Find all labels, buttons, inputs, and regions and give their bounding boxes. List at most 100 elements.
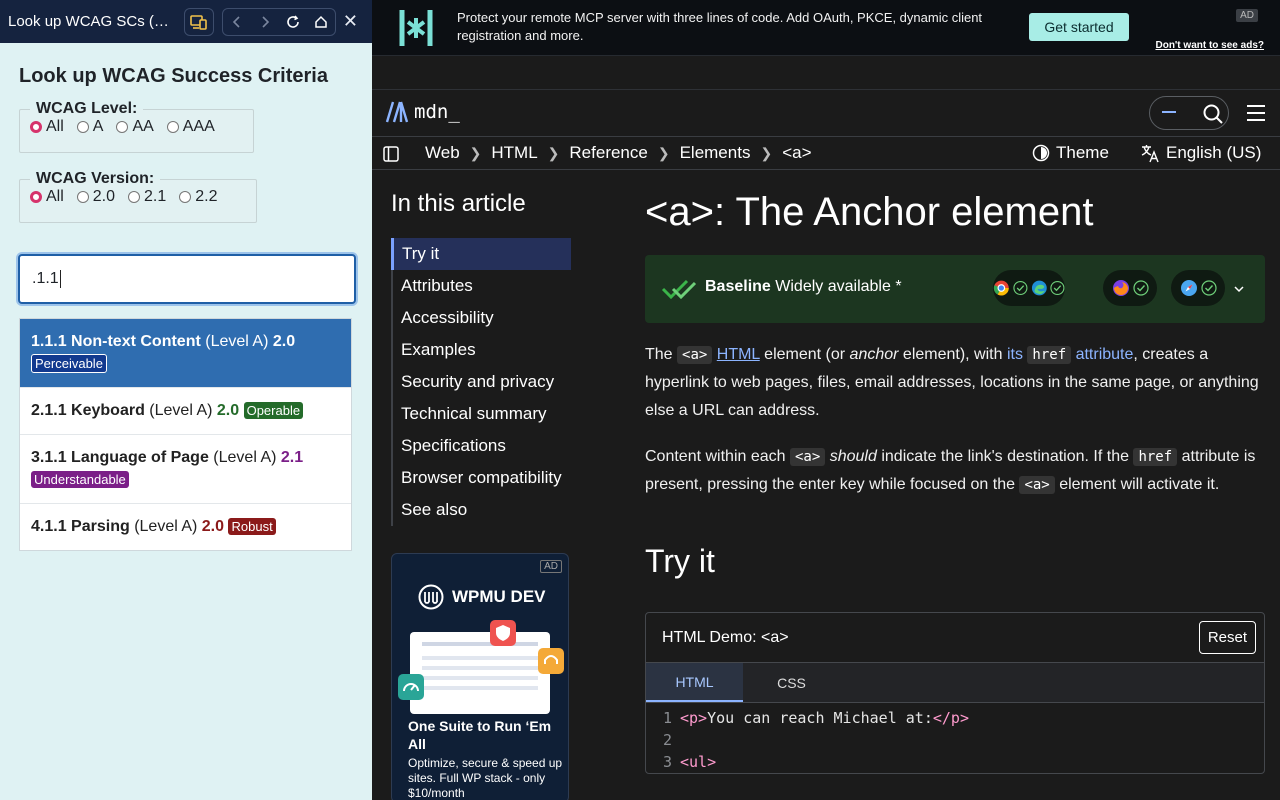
site-search-button[interactable] [1149, 96, 1229, 130]
sidebar-ad-card[interactable]: AD WPMU DEV One Suite to Run ‘Em All Opt… [391, 553, 569, 800]
level-option-aa[interactable]: AA [116, 118, 154, 136]
reset-button[interactable]: Reset [1198, 621, 1256, 654]
ad-headline: One Suite to Run ‘Em All [408, 718, 552, 752]
radio-aaa[interactable] [166, 121, 179, 133]
shield-icon [490, 620, 516, 646]
toc-item-try-it[interactable]: Try it [391, 238, 571, 270]
toc-item-examples[interactable]: Examples [393, 334, 571, 366]
radio-all-version[interactable] [30, 191, 42, 203]
ad-badge: AD [540, 560, 562, 573]
toc-item-accessibility[interactable]: Accessibility [393, 302, 571, 334]
chevron-right-icon: ❯ [547, 144, 560, 161]
spacer-strip [372, 56, 1280, 90]
menu-icon[interactable] [1246, 104, 1266, 122]
radio-2-1[interactable] [128, 191, 141, 203]
ad-get-started-button[interactable]: Get started [1029, 13, 1129, 41]
theme-switcher[interactable]: Theme [1032, 143, 1109, 163]
panel-window-title: Look up WCAG SCs (WCA… [8, 13, 178, 30]
close-panel-button[interactable]: ✕ [343, 11, 358, 32]
attribute-link[interactable]: attribute [1076, 346, 1134, 363]
toc-item-specifications[interactable]: Specifications [393, 430, 571, 462]
ad-text: Protect your remote MCP server with thre… [457, 10, 983, 43]
toc-item-security[interactable]: Security and privacy [393, 366, 571, 398]
toc-item-attributes[interactable]: Attributes [393, 270, 571, 302]
check-icon [1050, 280, 1065, 296]
chevron-down-icon[interactable] [1233, 285, 1245, 293]
intro-paragraph: The <a> HTML element (or anchor element)… [645, 346, 1259, 419]
sidebar-toggle-icon[interactable] [383, 146, 399, 162]
back-button[interactable] [223, 9, 251, 35]
panel-toolbar: Look up WCAG SCs (WCA… ✕ [0, 0, 372, 43]
chevron-right-icon: ❯ [760, 144, 773, 161]
ad-brand-logo-icon [399, 10, 433, 46]
radio-2-0[interactable] [76, 191, 89, 203]
version-option-2-1[interactable]: 2.1 [128, 188, 166, 206]
reload-button[interactable] [279, 9, 307, 35]
demo-tabs: HTML CSS [646, 663, 1264, 703]
edge-icon [1031, 280, 1047, 296]
level-option-aaa[interactable]: AAA [166, 118, 215, 136]
code-editor[interactable]: 1 <p>You can reach Michael at:</p> 2 3 <ul… [646, 703, 1264, 773]
result-item-1-1-1[interactable]: 1.1.1 Non-text Content (Level A) 2.0 Per… [20, 319, 351, 388]
ad-subtext: Optimize, secure & speed up sites. Full … [408, 756, 563, 800]
toc-item-technical-summary[interactable]: Technical summary [393, 398, 571, 430]
version-option-2-0[interactable]: 2.0 [76, 188, 115, 206]
radio-all-level[interactable] [30, 121, 42, 133]
translate-icon [1141, 145, 1159, 163]
level-option-a[interactable]: A [76, 118, 103, 136]
baseline-banner[interactable]: Baseline Widely available * [645, 255, 1265, 323]
headset-icon [538, 648, 564, 674]
screenshot-line [422, 676, 538, 680]
forward-button[interactable] [251, 9, 279, 35]
browser-support-firefox [1103, 270, 1157, 306]
screenshot-line [422, 656, 538, 660]
breadcrumb-current[interactable]: <a> [782, 143, 811, 163]
toc-list: Try it Attributes Accessibility Examples… [391, 238, 571, 526]
ad-brand: WPMU DEV [418, 584, 546, 610]
top-ad-banner: Protect your remote MCP server with thre… [372, 0, 1280, 56]
radio-aa[interactable] [116, 121, 129, 133]
level-option-all[interactable]: All [30, 118, 64, 136]
home-icon [315, 15, 327, 28]
toc-item-browser-compat[interactable]: Browser compatibility [393, 462, 571, 494]
toc-item-see-also[interactable]: See also [393, 494, 571, 526]
browser-support-chromium [993, 270, 1065, 306]
breadcrumb-html[interactable]: HTML [491, 143, 537, 163]
speed-icon [398, 674, 424, 700]
mdn-m-icon [385, 101, 409, 123]
home-button[interactable] [307, 9, 335, 35]
results-list: 1.1.1 Non-text Content (Level A) 2.0 Per… [19, 318, 352, 551]
html-link[interactable]: HTML [717, 346, 760, 363]
version-option-2-2[interactable]: 2.2 [179, 188, 218, 206]
criteria-search-input[interactable]: .1.1 [18, 254, 356, 304]
hide-ads-link[interactable]: Don't want to see ads? [1155, 40, 1264, 51]
mdn-logo[interactable]: mdn_ [384, 100, 460, 124]
second-paragraph: Content within each <a> should indicate … [645, 448, 1256, 494]
result-item-3-1-1[interactable]: 3.1.1 Language of Page (Level A) 2.1 Und… [20, 435, 351, 504]
mdn-page: Protect your remote MCP server with thre… [372, 0, 1280, 800]
browser-support-safari [1171, 270, 1225, 306]
table-of-contents: In this article Try it Attributes Access… [391, 190, 571, 526]
tab-html[interactable]: HTML [646, 663, 743, 702]
radio-a[interactable] [76, 121, 89, 133]
mdn-header: mdn_ [372, 90, 1280, 137]
tab-css[interactable]: CSS [743, 663, 840, 702]
version-legend: WCAG Version: [36, 170, 155, 187]
device-toggle-button[interactable] [184, 7, 214, 36]
breadcrumb-reference[interactable]: Reference [569, 143, 647, 163]
version-option-all[interactable]: All [30, 188, 64, 206]
code-href: href [1027, 346, 1072, 364]
language-switcher[interactable]: English (US) [1140, 143, 1261, 163]
principle-badge: Understandable [31, 471, 129, 489]
panel-heading: Look up WCAG Success Criteria [19, 65, 328, 87]
demo-header: HTML Demo: <a> Reset [646, 613, 1264, 663]
result-item-4-1-1[interactable]: 4.1.1 Parsing (Level A) 2.0 Robust [20, 504, 351, 550]
breadcrumb-web[interactable]: Web [425, 143, 460, 163]
result-item-2-1-1[interactable]: 2.1.1 Keyboard (Level A) 2.0 Operable [20, 388, 351, 435]
screenshot-line [422, 686, 538, 690]
level-options: All A AA AAA [30, 118, 243, 136]
breadcrumb-elements[interactable]: Elements [680, 143, 751, 163]
firefox-icon [1112, 280, 1129, 296]
radio-2-2[interactable] [179, 191, 192, 203]
its-link[interactable]: its [1007, 346, 1023, 363]
